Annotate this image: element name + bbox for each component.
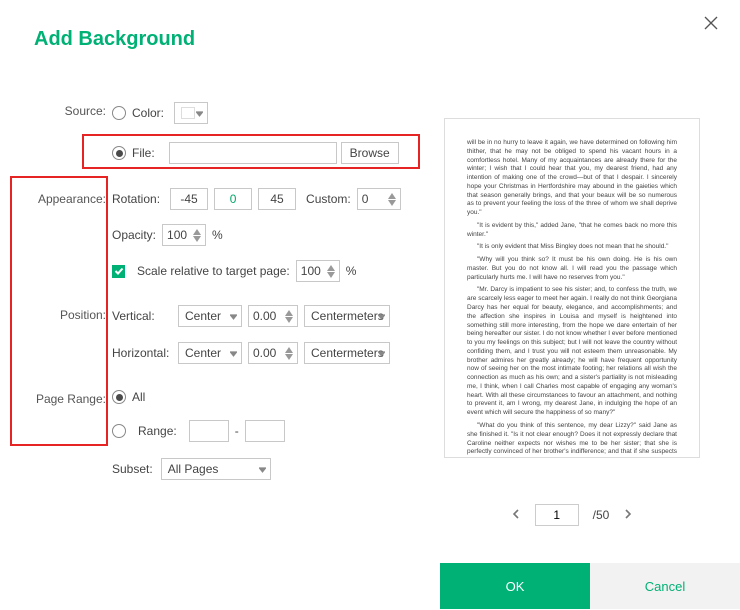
horizontal-align-select[interactable]: Center (178, 342, 242, 364)
opacity-label: Opacity: (112, 228, 156, 242)
page-number-input[interactable] (535, 504, 579, 526)
chevron-up-icon[interactable] (285, 310, 293, 316)
percent-label: % (212, 228, 223, 242)
chevron-up-icon[interactable] (285, 347, 293, 353)
preview-text: "It is evident by this," added Jane, "th… (467, 222, 677, 240)
close-icon[interactable] (704, 16, 718, 33)
cancel-button[interactable]: Cancel (590, 563, 740, 609)
custom-label: Custom: (306, 192, 351, 206)
preview-text: "Mr. Darcy is impatient to see his siste… (467, 286, 677, 417)
source-file-radio[interactable] (112, 146, 126, 160)
chevron-down-icon[interactable] (193, 236, 201, 242)
vertical-unit-select[interactable]: Centermeters (304, 305, 390, 327)
source-file-label: File: (132, 146, 155, 160)
page-range-all-label: All (132, 390, 145, 404)
preview-text: will be in no hurry to leave it again, w… (467, 139, 677, 218)
preview-pane: will be in no hurry to leave it again, w… (444, 118, 700, 458)
page-range-range-label: Range: (138, 424, 177, 438)
subset-select[interactable]: All Pages (161, 458, 271, 480)
page-range-all-radio[interactable] (112, 390, 126, 404)
horizontal-label: Horizontal: (112, 346, 172, 360)
position-label: Position: (32, 308, 106, 322)
horizontal-unit-select[interactable]: Centermeters (304, 342, 390, 364)
opacity-input[interactable]: 100 (162, 224, 206, 246)
source-color-radio[interactable] (112, 106, 126, 120)
rotation-0-button[interactable]: 0 (214, 188, 252, 210)
page-total: /50 (593, 508, 610, 522)
percent-label: % (346, 264, 357, 278)
source-color-label: Color: (132, 106, 164, 120)
preview-text: "What do you think of this sentence, my … (467, 422, 677, 458)
chevron-down-icon[interactable] (285, 317, 293, 323)
rotation-45-button[interactable]: 45 (258, 188, 296, 210)
chevron-down-icon[interactable] (327, 272, 335, 278)
appearance-label: Appearance: (32, 192, 106, 206)
color-picker[interactable] (174, 102, 208, 124)
page-next-button[interactable] (623, 508, 633, 522)
vertical-label: Vertical: (112, 309, 172, 323)
browse-button[interactable]: Browse (341, 142, 399, 164)
scale-input[interactable]: 100 (296, 260, 340, 282)
rotation-neg45-button[interactable]: -45 (170, 188, 208, 210)
preview-text: "Why will you think so? It must be his o… (467, 256, 677, 282)
subset-label: Subset: (112, 462, 153, 476)
range-to-input[interactable] (245, 420, 285, 442)
scale-label: Scale relative to target page: (137, 264, 290, 278)
range-dash: - (235, 424, 239, 438)
dialog-title: Add Background (34, 28, 195, 51)
page-prev-button[interactable] (511, 508, 521, 522)
page-range-range-radio[interactable] (112, 424, 126, 438)
horizontal-offset-input[interactable]: 0.00 (248, 342, 298, 364)
ok-button[interactable]: OK (440, 563, 590, 609)
vertical-offset-input[interactable]: 0.00 (248, 305, 298, 327)
preview-text: "It is only evident that Miss Bingley do… (467, 243, 677, 252)
chevron-down-icon[interactable] (388, 200, 396, 206)
file-path-input[interactable] (169, 142, 337, 164)
chevron-up-icon[interactable] (327, 265, 335, 271)
chevron-up-icon[interactable] (388, 193, 396, 199)
chevron-down-icon[interactable] (285, 354, 293, 360)
rotation-custom-input[interactable]: 0 (357, 188, 401, 210)
scale-checkbox[interactable] (112, 265, 125, 278)
source-label: Source: (32, 104, 106, 118)
vertical-align-select[interactable]: Center (178, 305, 242, 327)
range-from-input[interactable] (189, 420, 229, 442)
rotation-label: Rotation: (112, 192, 160, 206)
page-range-label: Page Range: (32, 392, 106, 406)
chevron-up-icon[interactable] (193, 229, 201, 235)
